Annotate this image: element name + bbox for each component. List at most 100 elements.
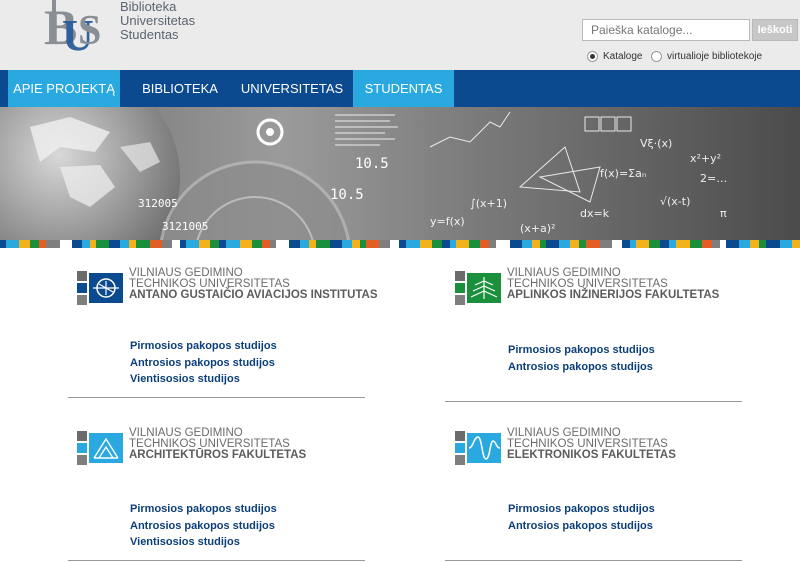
- header: B U S Biblioteka Universitetas Studentas…: [0, 0, 800, 70]
- nav-item-studentas[interactable]: STUDENTAS: [353, 70, 454, 107]
- link-pirmosios-pakopos[interactable]: Pirmosios pakopos studijos: [508, 501, 655, 518]
- nav-item-biblioteka[interactable]: BIBLIOTEKA: [130, 70, 230, 107]
- stripe-segment: [622, 240, 630, 248]
- faculty-header[interactable]: VILNIAUS GEDIMINO TECHNIKOS UNIVERSITETA…: [77, 267, 378, 308]
- stripe-segment: [39, 240, 46, 248]
- nav-item-apie-projekta[interactable]: APIE PROJEKTĄ: [8, 70, 120, 107]
- link-vientisosios[interactable]: Vientisosios studijos: [130, 371, 277, 388]
- radio-catalog[interactable]: Kataloge: [587, 49, 642, 63]
- stripe-segment: [172, 240, 180, 248]
- stripe-segment: [510, 240, 522, 248]
- stripe-segment: [780, 240, 792, 248]
- stripe-segment: [496, 240, 510, 248]
- stripe-segment: [316, 240, 330, 248]
- link-vientisosios[interactable]: Vientisosios studijos: [130, 534, 277, 551]
- stripe-segment: [366, 240, 379, 248]
- logo-text: Biblioteka Universitetas Studentas: [120, 0, 195, 42]
- faculty-header[interactable]: VILNIAUS GEDIMINO TECHNIKOS UNIVERSITETA…: [455, 267, 745, 308]
- link-pirmosios-pakopos[interactable]: Pirmosios pakopos studijos: [130, 338, 277, 355]
- radio-virtual-dot[interactable]: [651, 50, 662, 62]
- stripe-segment: [199, 240, 210, 248]
- stripe-segment: [480, 240, 489, 248]
- svg-text:√(x-t): √(x-t): [660, 195, 690, 208]
- stripe-segment: [30, 240, 39, 248]
- svg-text:(x+a)²: (x+a)²: [520, 222, 555, 235]
- nav-item-universitetas[interactable]: UNIVERSITETAS: [232, 70, 352, 107]
- stripe-segment: [270, 240, 276, 248]
- divider: [445, 560, 742, 561]
- logo-line-biblioteka: Biblioteka: [120, 0, 177, 14]
- stripe-segment: [676, 240, 690, 248]
- svg-text:Vξ·(x): Vξ·(x): [640, 137, 672, 150]
- stripe-segment: [586, 240, 600, 248]
- stripe-segment: [262, 240, 270, 248]
- banner-number-3: 312005: [138, 197, 178, 210]
- link-antrosios-pakopos[interactable]: Antrosios pakopos studijos: [508, 359, 655, 376]
- svg-text:π: π: [720, 207, 727, 220]
- stripe-segment: [469, 240, 480, 248]
- stripe-segment: [0, 240, 6, 248]
- stripe-segment: [750, 240, 759, 248]
- stripe-segment: [252, 240, 262, 248]
- svg-text:2=…: 2=…: [700, 172, 727, 185]
- svg-text:∫(x+1): ∫(x+1): [470, 197, 507, 210]
- search-input[interactable]: [582, 19, 750, 41]
- stripe-segment: [19, 240, 30, 248]
- banner-number-4: 3121005: [162, 220, 208, 233]
- stripe-segment: [82, 240, 90, 248]
- site-logo[interactable]: B U S Biblioteka Universitetas Studentas: [44, 0, 204, 60]
- stripe-segment: [432, 240, 442, 248]
- stripe-segment: [120, 240, 129, 248]
- stripe-segment: [240, 240, 252, 248]
- wave-icon: [455, 431, 501, 465]
- stripe-segment: [219, 240, 226, 248]
- svg-text:y=f(x): y=f(x): [430, 215, 465, 228]
- stripe-segment: [766, 240, 780, 248]
- logo-line-universitetas: Universitetas: [120, 13, 196, 28]
- radio-virtual-library[interactable]: virtualioje bibliotekoje: [651, 49, 762, 63]
- link-antrosios-pakopos[interactable]: Antrosios pakopos studijos: [130, 518, 277, 535]
- link-pirmosios-pakopos[interactable]: Pirmosios pakopos studijos: [130, 501, 277, 518]
- aviation-icon: [77, 271, 123, 305]
- stripe-segment: [546, 240, 559, 248]
- stripe-segment: [612, 240, 622, 248]
- stripe-segment: [559, 240, 570, 248]
- stripe-segment: [420, 240, 432, 248]
- divider: [68, 560, 365, 561]
- faculty-links: Pirmosios pakopos studijos Antrosios pak…: [508, 342, 655, 375]
- stripe-segment: [489, 240, 496, 248]
- faculty-name: VILNIAUS GEDIMINO TECHNIKOS UNIVERSITETA…: [129, 267, 378, 301]
- stripe-segment: [330, 240, 342, 248]
- stripe-segment: [532, 240, 540, 248]
- stripe-segment: [649, 240, 660, 248]
- faculty-name: VILNIAUS GEDIMINO TECHNIKOS UNIVERSITETA…: [507, 427, 676, 461]
- link-pirmosios-pakopos[interactable]: Pirmosios pakopos studijos: [508, 342, 655, 359]
- stripe-segment: [90, 240, 96, 248]
- faculty-links: Pirmosios pakopos studijos Antrosios pak…: [130, 338, 277, 388]
- svg-text:dx=k: dx=k: [580, 207, 610, 220]
- link-antrosios-pakopos[interactable]: Antrosios pakopos studijos: [508, 518, 655, 535]
- stripe-segment: [726, 240, 739, 248]
- search-button[interactable]: Ieškoti: [752, 19, 798, 41]
- stripe-segment: [669, 240, 676, 248]
- stripe-segment: [129, 240, 136, 248]
- faculty-header[interactable]: VILNIAUS GEDIMINO TECHNIKOS UNIVERSITETA…: [77, 427, 367, 468]
- link-antrosios-pakopos[interactable]: Antrosios pakopos studijos: [130, 355, 277, 372]
- stripe-segment: [660, 240, 669, 248]
- radio-catalog-dot[interactable]: [587, 50, 598, 62]
- stripe-segment: [276, 240, 289, 248]
- faculty-title: APLINKOS INŽINERIJOS FAKULTETAS: [507, 289, 720, 301]
- bus-logo-icon: B U S: [44, 0, 101, 60]
- stripe-segment: [442, 240, 450, 248]
- stripe-segment: [379, 240, 390, 248]
- stripe-segment: [450, 240, 456, 248]
- radio-catalog-label: Kataloge: [603, 50, 643, 62]
- stripe-segment: [96, 240, 109, 248]
- stripe-segment: [712, 240, 720, 248]
- faculty-header[interactable]: VILNIAUS GEDIMINO TECHNIKOS UNIVERSITETA…: [455, 427, 745, 468]
- stripe-segment: [690, 240, 702, 248]
- tree-icon: [455, 271, 501, 305]
- logo-line-studentas: Studentas: [120, 27, 179, 42]
- svg-text:f(x)=Σaₙ: f(x)=Σaₙ: [600, 167, 646, 180]
- stripe-segment: [300, 240, 309, 248]
